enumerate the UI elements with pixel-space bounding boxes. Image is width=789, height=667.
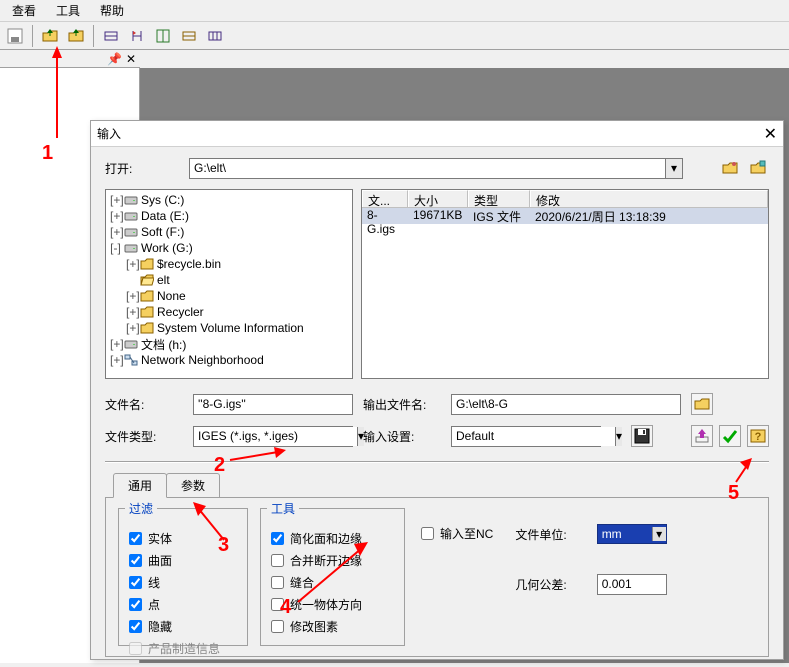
folder-browse2-icon[interactable]	[747, 157, 769, 179]
filename-input[interactable]	[193, 394, 353, 415]
chk-input-nc[interactable]: 输入至NC	[421, 522, 493, 544]
right-options: 输入至NC 文件单位: mm▾ 几何公差:	[417, 508, 756, 646]
tree-item[interactable]: [-]Work (G:)	[108, 240, 350, 256]
menu-help[interactable]: 帮助	[90, 0, 134, 21]
file-list[interactable]: 文... 大小 类型 修改 8-G.igs 19671KB IGS 文件 202…	[361, 189, 769, 379]
chk-solid[interactable]: 实体	[129, 527, 237, 549]
output-browse-icon[interactable]	[691, 393, 713, 415]
tree-item[interactable]: [+]Sys (C:)	[108, 192, 350, 208]
chk-stitch[interactable]: 合并断开边缘	[271, 549, 394, 571]
tol-input[interactable]	[597, 574, 667, 595]
filename-label: 文件名:	[105, 396, 183, 413]
save-icon[interactable]	[3, 24, 27, 48]
menubar: 查看 工具 帮助	[0, 0, 789, 22]
open-label: 打开:	[105, 160, 183, 177]
ok-button[interactable]	[719, 425, 741, 447]
tools-group: 工具 简化面和边缘 合并断开边缘 缝合 统一物体方向 修改图素	[260, 508, 405, 646]
chk-hidden[interactable]: 隐藏	[129, 615, 237, 637]
upload-icon[interactable]	[691, 425, 713, 447]
import-dialog: 输入 ✕ 打开: ▾ [+]Sys (C:)[+]Data (E:)[+]Sof…	[90, 120, 784, 660]
chk-pmi: 产品制造信息	[129, 637, 237, 659]
col-type[interactable]: 类型	[468, 190, 530, 207]
tree-item[interactable]: [+]Data (E:)	[108, 208, 350, 224]
chk-unify[interactable]: 统一物体方向	[271, 593, 394, 615]
filetype-combo[interactable]: ▾	[193, 426, 353, 447]
insettings-value[interactable]	[452, 427, 615, 446]
tol-label: 几何公差:	[515, 576, 566, 593]
tool-icon-c[interactable]	[151, 24, 175, 48]
folder-tree[interactable]: [+]Sys (C:)[+]Data (E:)[+]Soft (F:)[-]Wo…	[105, 189, 353, 379]
tree-item[interactable]: elt	[108, 272, 350, 288]
menu-view[interactable]: 查看	[2, 0, 46, 21]
insettings-combo[interactable]: ▾	[451, 426, 601, 447]
chk-sew[interactable]: 缝合	[271, 571, 394, 593]
output-label: 输出文件名:	[363, 396, 441, 413]
open-icon-1[interactable]	[38, 24, 62, 48]
chevron-down-icon[interactable]: ▾	[615, 427, 622, 446]
filetype-value[interactable]	[194, 427, 357, 446]
unit-label: 文件单位:	[515, 526, 566, 543]
panel-header: 📌 ✕	[0, 50, 140, 68]
col-mod[interactable]: 修改	[530, 190, 768, 207]
chk-point[interactable]: 点	[129, 593, 237, 615]
tab-body: 过滤 实体 曲面 线 点 隐藏 产品制造信息 工具 简化面和边缘 合并断开边缘 …	[105, 497, 769, 657]
tool-icon-e[interactable]	[203, 24, 227, 48]
chevron-down-icon[interactable]: ▾	[665, 159, 682, 178]
tree-item[interactable]: [+]$recycle.bin	[108, 256, 350, 272]
open-path-combo[interactable]: ▾	[189, 158, 683, 179]
tree-item[interactable]: [+]Soft (F:)	[108, 224, 350, 240]
open-path-input[interactable]	[190, 159, 665, 178]
unit-select[interactable]: mm▾	[597, 524, 667, 544]
file-list-header: 文... 大小 类型 修改	[362, 190, 768, 208]
toolbar	[0, 22, 789, 50]
output-input[interactable]	[451, 394, 681, 415]
tree-item[interactable]: [+]None	[108, 288, 350, 304]
chk-fix[interactable]: 修改图素	[271, 615, 394, 637]
tree-item[interactable]: [+]Network Neighborhood	[108, 352, 350, 368]
file-row[interactable]: 8-G.igs 19671KB IGS 文件 2020/6/21/周日 13:1…	[362, 208, 768, 224]
tool-icon-b[interactable]	[125, 24, 149, 48]
col-name[interactable]: 文...	[362, 190, 408, 207]
tree-item[interactable]: [+]System Volume Information	[108, 320, 350, 336]
chevron-down-icon: ▾	[652, 527, 666, 541]
filter-title: 过滤	[125, 500, 157, 517]
svg-text:?: ?	[755, 431, 762, 443]
open-icon-2[interactable]	[64, 24, 88, 48]
menu-tools[interactable]: 工具	[46, 0, 90, 21]
tree-item[interactable]: [+]Recycler	[108, 304, 350, 320]
dialog-title: 输入	[97, 125, 121, 142]
tool-icon-d[interactable]	[177, 24, 201, 48]
tab-params[interactable]: 参数	[166, 473, 220, 497]
close-icon[interactable]: ✕	[126, 52, 136, 66]
tool-icon-a[interactable]	[99, 24, 123, 48]
chk-curve[interactable]: 线	[129, 571, 237, 593]
pin-icon[interactable]: 📌	[107, 52, 122, 66]
dialog-close-icon[interactable]: ✕	[764, 124, 777, 144]
tree-item[interactable]: [+]文档 (h:)	[108, 336, 350, 352]
col-size[interactable]: 大小	[408, 190, 468, 207]
filetype-label: 文件类型:	[105, 428, 183, 445]
help-icon[interactable]: ?	[747, 425, 769, 447]
chk-simplify[interactable]: 简化面和边缘	[271, 527, 394, 549]
tab-general[interactable]: 通用	[113, 473, 167, 498]
chk-surface[interactable]: 曲面	[129, 549, 237, 571]
folder-browse-icon[interactable]	[719, 157, 741, 179]
filter-group: 过滤 实体 曲面 线 点 隐藏 产品制造信息	[118, 508, 248, 646]
dialog-titlebar: 输入 ✕	[91, 121, 783, 147]
tabs: 通用 参数	[105, 473, 769, 497]
tools-title: 工具	[267, 500, 299, 517]
insettings-label: 输入设置:	[363, 428, 441, 445]
save-settings-icon[interactable]	[631, 425, 653, 447]
